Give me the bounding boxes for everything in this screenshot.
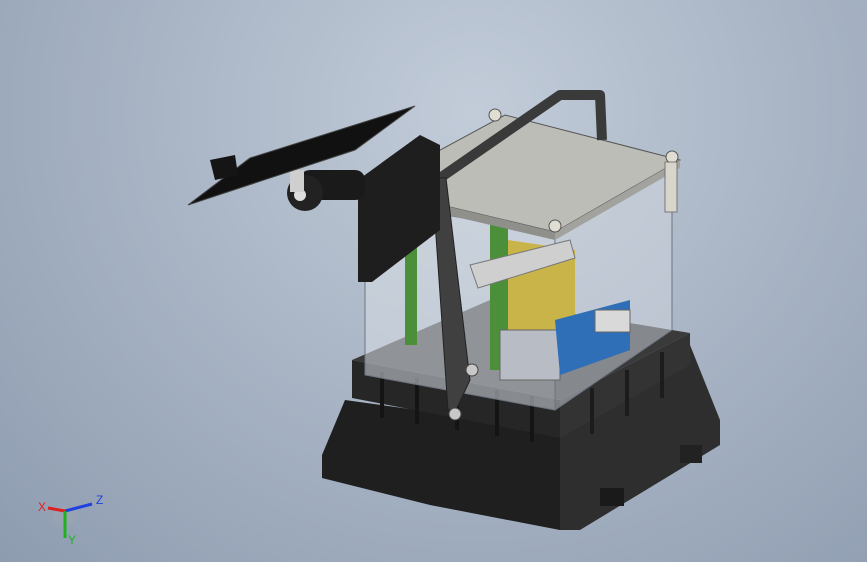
3d-model-view[interactable] [0,0,867,562]
x-axis-label: X [38,500,46,514]
y-axis-label: Y [68,533,76,546]
z-axis-label: Z [96,493,103,507]
coordinate-triad: Z X Y [38,493,103,546]
graphics-viewport[interactable]: Z X Y [0,0,867,562]
